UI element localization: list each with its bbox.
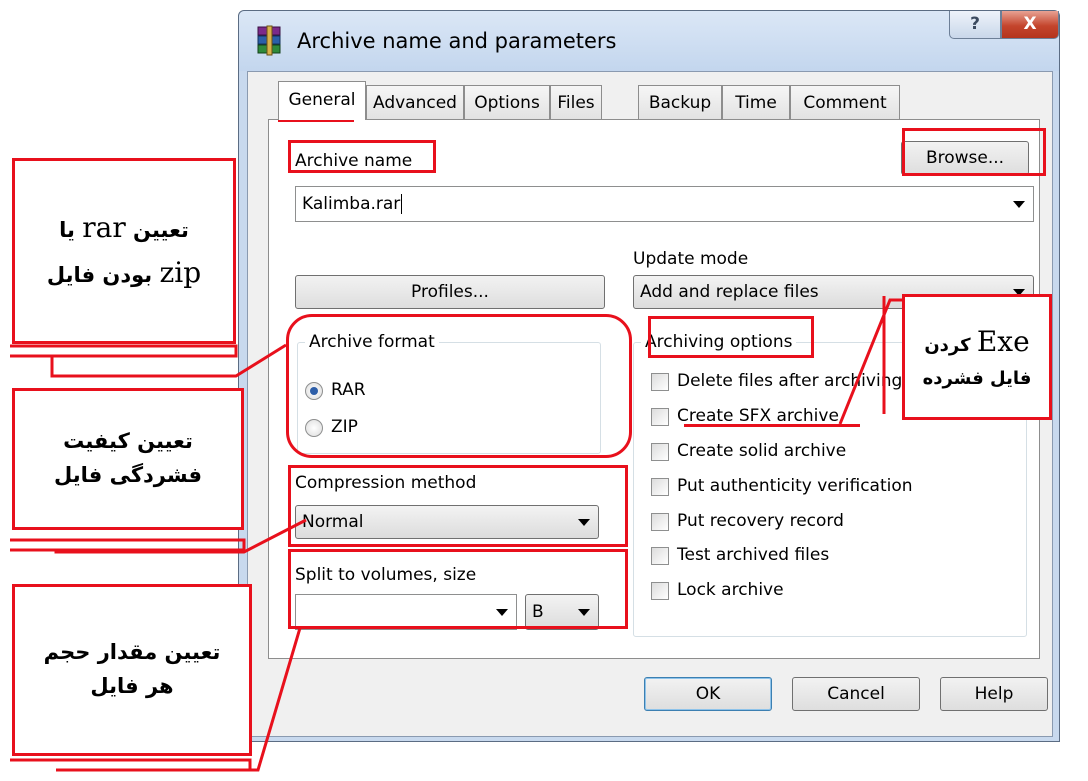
note-exe-sfx: Exe کردن فایل فشرده — [902, 294, 1052, 420]
tab-general[interactable]: General — [278, 81, 366, 120]
note-volume-size: تعیین مقدار حجم هر فایل — [12, 584, 252, 756]
note-compression-quality: تعیین کیفیت فشردگی فایل — [12, 388, 244, 530]
note-rar-zip: تعیین rar یا zip بودن فایل — [12, 158, 236, 344]
